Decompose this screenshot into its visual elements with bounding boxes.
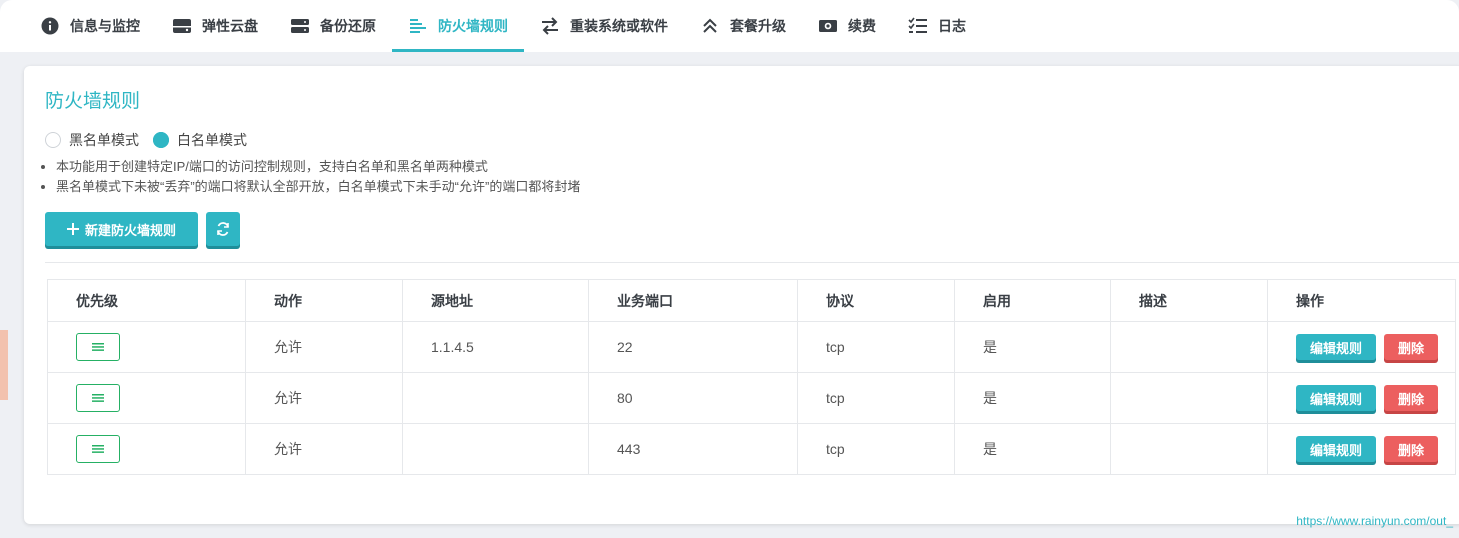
table-header-row: 优先级 动作 源地址 业务端口 协议 启用 描述 操作 xyxy=(47,279,1456,322)
row-actions: 编辑规则 删除 xyxy=(1296,334,1455,360)
protocol-cell: tcp xyxy=(797,423,955,475)
source-cell xyxy=(402,423,589,475)
page-title: 防火墙规则 xyxy=(45,91,141,112)
drag-handle-icon xyxy=(92,394,104,402)
rules-table: 优先级 动作 源地址 业务端口 协议 启用 描述 操作 允许 1.1.4.5 2… xyxy=(47,279,1456,475)
top-tab-bar: 信息与监控 弹性云盘 备份还原 防火墙规则 重装系统或软件 套餐升级 续费 日志 xyxy=(0,0,1459,52)
header-action: 动作 xyxy=(245,279,403,322)
toolbar: 新建防火墙规则 xyxy=(45,212,241,246)
tab-label: 弹性云盘 xyxy=(202,18,258,34)
protocol-cell: tcp xyxy=(797,372,955,424)
action-cell: 允许 xyxy=(245,372,403,424)
priority-cell xyxy=(47,321,246,373)
tab-label: 套餐升级 xyxy=(730,18,786,34)
description-cell xyxy=(1110,321,1268,373)
server-icon xyxy=(290,16,310,36)
enabled-cell: 是 xyxy=(954,321,1111,373)
drag-handle-button[interactable] xyxy=(76,333,120,361)
tab-info-monitor[interactable]: 信息与监控 xyxy=(24,0,156,52)
radio-whitelist-mode[interactable]: 白名单模式 xyxy=(153,130,247,150)
new-rule-button[interactable]: 新建防火墙规则 xyxy=(45,212,199,246)
tab-renew[interactable]: 续费 xyxy=(802,0,892,52)
drag-handle-icon xyxy=(92,445,104,453)
background-fragment xyxy=(0,330,8,400)
note-item: 黑名单模式下未被“丢弃”的端口将默认全部开放，白名单模式下未手动“允许”的端口都… xyxy=(56,177,580,197)
description-cell xyxy=(1110,372,1268,424)
table-row: 允许 1.1.4.5 22 tcp 是 编辑规则 删除 xyxy=(47,321,1456,373)
tab-reinstall[interactable]: 重装系统或软件 xyxy=(524,0,684,52)
info-icon xyxy=(40,16,60,36)
enabled-cell: 是 xyxy=(954,423,1111,475)
enabled-cell: 是 xyxy=(954,372,1111,424)
action-cell: 允许 xyxy=(245,423,403,475)
tab-label: 日志 xyxy=(938,18,966,34)
watermark-url: https://www.rainyun.com/out_ xyxy=(1296,514,1453,528)
edit-rule-button[interactable]: 编辑规则 xyxy=(1296,334,1377,360)
new-rule-label: 新建防火墙规则 xyxy=(85,222,177,238)
table-row: 允许 443 tcp 是 编辑规则 删除 xyxy=(47,423,1456,475)
radio-circle-selected[interactable] xyxy=(153,132,169,148)
tab-label: 重装系统或软件 xyxy=(570,18,668,34)
divider xyxy=(45,262,1459,263)
plus-icon xyxy=(67,223,79,235)
upgrade-chevron-icon xyxy=(700,16,720,36)
tab-label: 续费 xyxy=(848,18,876,34)
drag-handle-button[interactable] xyxy=(76,435,120,463)
operations-cell: 编辑规则 删除 xyxy=(1267,423,1456,475)
protocol-cell: tcp xyxy=(797,321,955,373)
edit-rule-button[interactable]: 编辑规则 xyxy=(1296,436,1377,462)
info-notes: 本功能用于创建特定IP/端口的访问控制规则，支持白名单和黑名单两种模式 黑名单模… xyxy=(36,157,580,197)
mode-radio-group: 黑名单模式 白名单模式 xyxy=(45,130,247,150)
tab-label: 备份还原 xyxy=(320,18,376,34)
checklist-icon xyxy=(908,16,928,36)
header-port: 业务端口 xyxy=(588,279,798,322)
radio-label: 白名单模式 xyxy=(177,132,247,148)
source-cell xyxy=(402,372,589,424)
delete-rule-button[interactable]: 删除 xyxy=(1384,436,1439,462)
tab-plan-upgrade[interactable]: 套餐升级 xyxy=(684,0,802,52)
header-description: 描述 xyxy=(1110,279,1268,322)
source-cell: 1.1.4.5 xyxy=(402,321,589,373)
tab-label: 信息与监控 xyxy=(70,18,140,34)
header-source: 源地址 xyxy=(402,279,589,322)
header-priority: 优先级 xyxy=(47,279,246,322)
radio-circle[interactable] xyxy=(45,132,61,148)
row-actions: 编辑规则 删除 xyxy=(1296,436,1455,462)
row-actions: 编辑规则 删除 xyxy=(1296,385,1455,411)
drag-handle-icon xyxy=(92,343,104,351)
disk-icon xyxy=(172,16,192,36)
drag-handle-button[interactable] xyxy=(76,384,120,412)
port-cell: 80 xyxy=(588,372,798,424)
action-cell: 允许 xyxy=(245,321,403,373)
note-item: 本功能用于创建特定IP/端口的访问控制规则，支持白名单和黑名单两种模式 xyxy=(56,157,580,177)
table-row: 允许 80 tcp 是 编辑规则 删除 xyxy=(47,372,1456,424)
radio-blacklist-mode[interactable]: 黑名单模式 xyxy=(45,130,139,150)
header-protocol: 协议 xyxy=(797,279,955,322)
firewall-card: 防火墙规则 黑名单模式 白名单模式 本功能用于创建特定IP/端口的访问控制规则，… xyxy=(24,66,1459,524)
money-icon xyxy=(818,16,838,36)
description-cell xyxy=(1110,423,1268,475)
priority-cell xyxy=(47,423,246,475)
tab-list: 信息与监控 弹性云盘 备份还原 防火墙规则 重装系统或软件 套餐升级 续费 日志 xyxy=(24,0,982,52)
tab-log[interactable]: 日志 xyxy=(892,0,982,52)
header-operations: 操作 xyxy=(1267,279,1456,322)
refresh-button[interactable] xyxy=(206,212,241,246)
operations-cell: 编辑规则 删除 xyxy=(1267,321,1456,373)
operations-cell: 编辑规则 删除 xyxy=(1267,372,1456,424)
tab-backup-restore[interactable]: 备份还原 xyxy=(274,0,392,52)
port-cell: 22 xyxy=(588,321,798,373)
tab-label: 防火墙规则 xyxy=(438,18,508,34)
delete-rule-button[interactable]: 删除 xyxy=(1384,385,1439,411)
header-enabled: 启用 xyxy=(954,279,1111,322)
radio-label: 黑名单模式 xyxy=(69,132,139,148)
tab-firewall-rules[interactable]: 防火墙规则 xyxy=(392,0,524,52)
edit-rule-button[interactable]: 编辑规则 xyxy=(1296,385,1377,411)
port-cell: 443 xyxy=(588,423,798,475)
tab-elastic-disk[interactable]: 弹性云盘 xyxy=(156,0,274,52)
refresh-icon xyxy=(217,222,229,236)
swap-icon xyxy=(540,16,560,36)
priority-cell xyxy=(47,372,246,424)
delete-rule-button[interactable]: 删除 xyxy=(1384,334,1439,360)
list-align-icon xyxy=(408,16,428,36)
